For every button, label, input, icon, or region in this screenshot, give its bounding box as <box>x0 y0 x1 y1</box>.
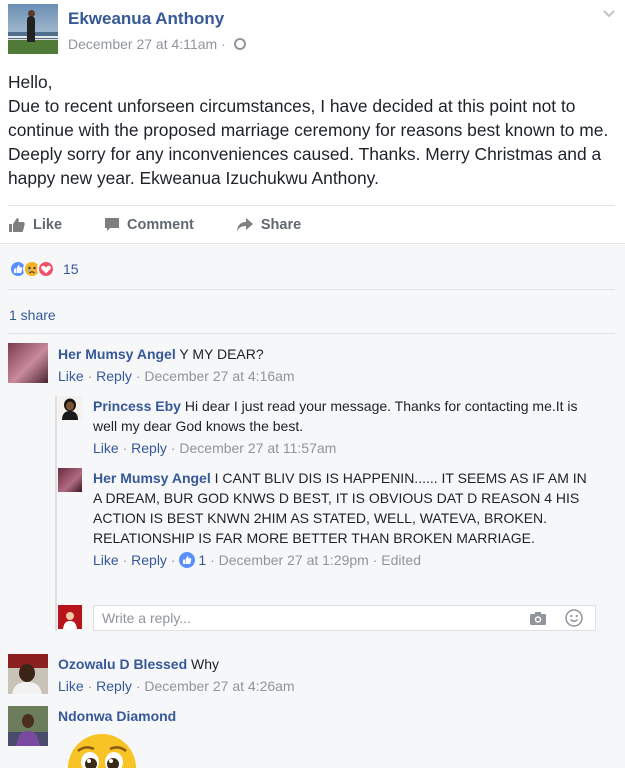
share-button[interactable]: Share <box>236 217 301 233</box>
shares-count[interactable]: 1 share <box>9 307 56 323</box>
reply-input[interactable]: Write a reply... <box>93 605 596 631</box>
love-reaction-icon <box>37 260 55 278</box>
comment-timestamp[interactable]: December 27 at 1:29pm <box>219 550 369 570</box>
reply-thread-line <box>55 396 57 631</box>
like-label: Like <box>33 216 63 233</box>
comments-section: 15 1 share Her Mumsy Angel Y MY DEAR? Li… <box>0 243 625 768</box>
post-timestamp[interactable]: December 27 at 4:11am <box>68 36 217 52</box>
comment-text: Y MY DEAR? <box>175 346 264 362</box>
comment-timestamp[interactable]: December 27 at 11:57am <box>179 440 336 456</box>
comment-meta: Like · Reply · December 27 at 11:57am <box>93 440 337 456</box>
like-button[interactable]: Like <box>8 217 62 233</box>
edited-label[interactable]: Edited <box>381 550 421 570</box>
comment-label: Comment <box>127 216 194 233</box>
comment-timestamp[interactable]: December 27 at 4:16am <box>144 368 294 384</box>
post-body: Hello, Due to recent unforseen circumsta… <box>8 70 618 190</box>
reply-item: Princess Eby Hi dear I just read your me… <box>93 396 593 458</box>
replier-avatar[interactable] <box>58 396 82 420</box>
commenter-name[interactable]: Ozowalu D Blessed <box>58 656 187 672</box>
chevron-down-icon[interactable] <box>602 6 616 20</box>
divider <box>8 333 615 334</box>
comment-text: Why <box>187 656 220 672</box>
comment-reply-link[interactable]: Reply <box>131 440 167 456</box>
post-message: Due to recent unforseen circumstances, I… <box>8 96 609 188</box>
meta-separator: · <box>221 36 226 52</box>
share-icon <box>236 217 253 232</box>
post-author-name[interactable]: Ekweanua Anthony <box>68 9 224 29</box>
camera-icon[interactable] <box>529 611 547 626</box>
commenter-avatar[interactable] <box>8 654 48 694</box>
comment-item: Ndonwa Diamond <box>58 706 608 726</box>
comment-meta: Like · Reply · 1 · December 27 at 1:29pm… <box>93 550 421 570</box>
post-card: Ekweanua Anthony December 27 at 4:11am ·… <box>0 0 625 243</box>
emoji-icon[interactable] <box>565 609 583 627</box>
pleading-face-sticker <box>65 732 139 768</box>
commenter-name[interactable]: Her Mumsy Angel <box>58 346 176 362</box>
comment-timestamp[interactable]: December 27 at 4:26am <box>144 678 294 694</box>
reply-item: Her Mumsy Angel I CANT BLIV DIS IS HAPPE… <box>93 468 593 570</box>
comment-like-link[interactable]: Like <box>93 440 119 456</box>
commenter-name[interactable]: Her Mumsy Angel <box>93 470 211 486</box>
share-label: Share <box>260 216 302 233</box>
comment-reply-link[interactable]: Reply <box>96 368 132 384</box>
comment-item: Ozowalu D Blessed Why Like · Reply · Dec… <box>58 654 608 696</box>
comment-meta: Like · Reply · December 27 at 4:16am <box>58 368 295 384</box>
globe-icon[interactable] <box>233 38 246 50</box>
comment-reply-link[interactable]: Reply <box>131 550 167 570</box>
post-actions-bar: Like Comment Share <box>8 205 615 243</box>
comment-button[interactable]: Comment <box>104 217 194 233</box>
comment-item: Her Mumsy Angel Y MY DEAR? Like · Reply … <box>58 344 608 386</box>
reaction-count[interactable]: 15 <box>63 261 79 277</box>
comment-like-link[interactable]: Like <box>58 678 84 694</box>
current-user-avatar <box>58 605 82 629</box>
post-meta: December 27 at 4:11am · <box>68 36 246 52</box>
reply-placeholder: Write a reply... <box>102 610 191 626</box>
commenter-avatar[interactable] <box>8 343 48 383</box>
comment-like-link[interactable]: Like <box>58 368 84 384</box>
comment-icon <box>105 217 120 231</box>
reactions-summary[interactable]: 15 <box>9 260 79 278</box>
commenter-name[interactable]: Ndonwa Diamond <box>58 708 176 724</box>
divider <box>8 289 615 290</box>
comment-reply-link[interactable]: Reply <box>96 678 132 694</box>
replier-avatar[interactable] <box>58 468 82 492</box>
author-avatar[interactable] <box>8 4 58 54</box>
thumbs-up-icon <box>9 217 25 232</box>
like-reaction-icon <box>179 552 196 568</box>
comment-like-link[interactable]: Like <box>93 550 119 570</box>
commenter-avatar[interactable] <box>8 706 48 746</box>
post-greeting: Hello, <box>8 72 53 92</box>
commenter-name[interactable]: Princess Eby <box>93 398 181 414</box>
comment-like-count[interactable]: 1 <box>198 550 206 570</box>
comment-meta: Like · Reply · December 27 at 4:26am <box>58 678 295 694</box>
